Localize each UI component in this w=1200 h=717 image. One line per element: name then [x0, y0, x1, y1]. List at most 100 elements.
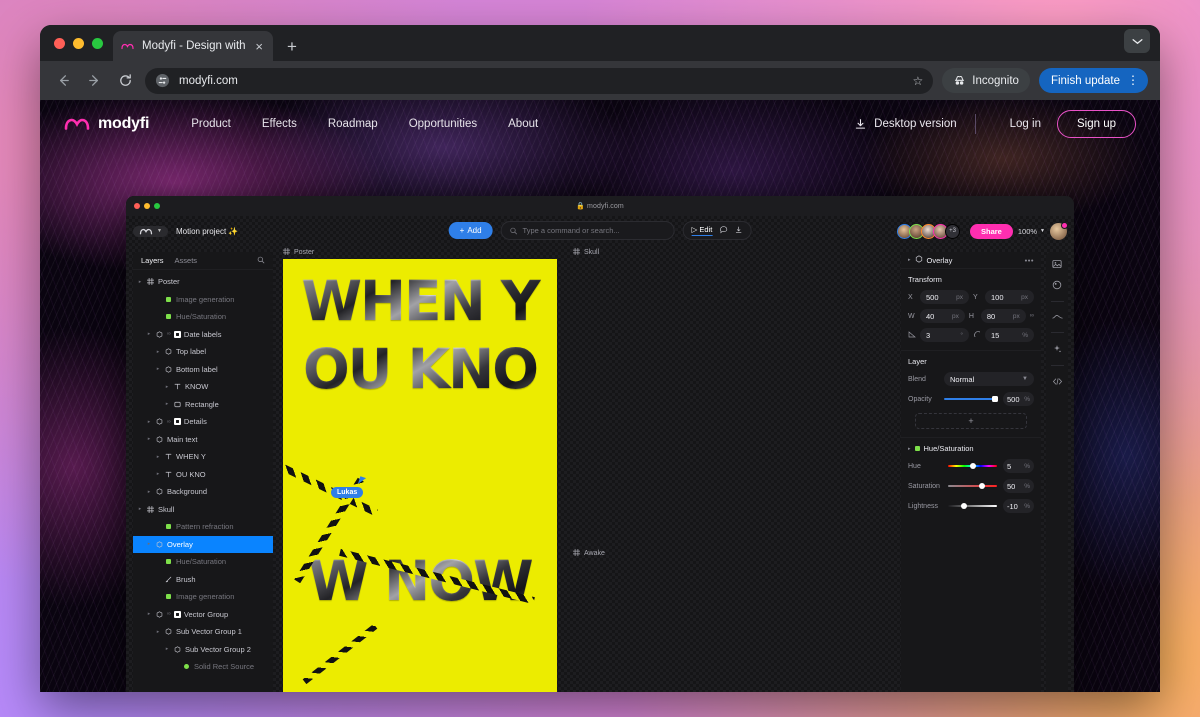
- h-input[interactable]: 80 px: [980, 309, 1026, 323]
- new-tab-button[interactable]: +: [287, 38, 297, 55]
- tab-assets[interactable]: Assets: [175, 256, 198, 265]
- hs-slider-knob[interactable]: [960, 503, 967, 509]
- hs-slider[interactable]: [948, 459, 997, 473]
- back-icon[interactable]: [52, 70, 74, 92]
- zoom-level-control[interactable]: 100% ▼: [1018, 227, 1045, 236]
- expand-icon[interactable]: ▸: [908, 257, 911, 263]
- frame-label-poster[interactable]: Poster: [283, 248, 314, 257]
- layer-row[interactable]: Hue/Saturation: [133, 308, 273, 326]
- expand-icon[interactable]: ▸: [908, 446, 911, 452]
- edit-mode-button[interactable]: ▷ Edit: [691, 225, 713, 236]
- window-traffic-lights[interactable]: [52, 25, 113, 61]
- frame-label-skull[interactable]: Skull: [573, 248, 599, 257]
- blend-mode-select[interactable]: Normal ▼: [944, 372, 1034, 386]
- layer-row[interactable]: Pattern refraction: [133, 518, 273, 536]
- sparkle-icon[interactable]: [1052, 344, 1062, 354]
- address-bar[interactable]: modyfi.com ☆: [145, 67, 934, 94]
- layer-row[interactable]: ▸ Poster: [133, 273, 273, 291]
- site-settings-icon[interactable]: [155, 73, 170, 88]
- layer-row[interactable]: ▸ KNOW: [133, 378, 273, 396]
- hs-value-input[interactable]: -10%: [1003, 499, 1034, 513]
- login-link[interactable]: Log in: [994, 118, 1057, 130]
- chevron-right-icon[interactable]: ▸: [155, 349, 161, 355]
- chevron-right-icon[interactable]: ▸: [146, 611, 152, 617]
- search-icon[interactable]: [257, 256, 265, 266]
- layer-row[interactable]: ▸ Sub Vector Group 2: [133, 641, 273, 659]
- layer-row[interactable]: Image generation: [133, 588, 273, 606]
- chevron-right-icon[interactable]: ▸: [155, 471, 161, 477]
- forward-icon[interactable]: [83, 70, 105, 92]
- poster-artboard[interactable]: WHEN Y OU KNO W NOW Lukas: [283, 259, 557, 692]
- chevron-right-icon[interactable]: ▸: [146, 331, 152, 337]
- chevron-right-icon[interactable]: ▸: [164, 646, 170, 652]
- close-icon[interactable]: ×: [253, 40, 265, 53]
- nav-link-opportunities[interactable]: Opportunities: [409, 118, 477, 130]
- chevron-right-icon[interactable]: ▸: [155, 366, 161, 372]
- minimize-window-button[interactable]: [73, 37, 84, 49]
- layer-row[interactable]: Solid Rect Source: [133, 658, 273, 676]
- curve-icon[interactable]: [1051, 313, 1063, 321]
- w-input[interactable]: 40 px: [920, 309, 965, 323]
- layer-row[interactable]: ▸ Main text: [133, 431, 273, 449]
- hs-slider-knob[interactable]: [970, 463, 977, 469]
- layer-row[interactable]: ▸ ∞ Vector Group: [133, 606, 273, 624]
- layer-row[interactable]: Hue/Saturation: [133, 553, 273, 571]
- reload-icon[interactable]: [114, 70, 136, 92]
- chevron-right-icon[interactable]: ▸: [155, 629, 161, 635]
- hs-slider[interactable]: [948, 499, 997, 513]
- opacity-input[interactable]: 500 %: [1003, 392, 1034, 406]
- chevron-right-icon[interactable]: ▸: [146, 541, 152, 547]
- chevron-right-icon[interactable]: ▸: [164, 401, 170, 407]
- hs-slider[interactable]: [948, 479, 997, 493]
- layer-row[interactable]: ▸ WHEN Y: [133, 448, 273, 466]
- x-input[interactable]: 500 px: [920, 290, 969, 304]
- hs-value-input[interactable]: 5%: [1003, 459, 1034, 473]
- opacity-slider[interactable]: [944, 392, 998, 406]
- finish-update-button[interactable]: Finish update ⋮: [1038, 68, 1148, 93]
- nav-link-about[interactable]: About: [508, 118, 538, 130]
- share-button[interactable]: Share: [970, 223, 1013, 239]
- layer-row[interactable]: ▸ ∞ Details: [133, 413, 273, 431]
- project-menu-button[interactable]: ▼: [133, 225, 168, 237]
- export-icon[interactable]: [734, 226, 742, 236]
- layer-row[interactable]: ▸ Rectangle: [133, 396, 273, 414]
- layer-row[interactable]: ▸ Background: [133, 483, 273, 501]
- project-name[interactable]: Motion project ✨: [176, 227, 238, 236]
- incognito-indicator[interactable]: Incognito: [942, 68, 1030, 93]
- chevron-right-icon[interactable]: ▸: [146, 489, 152, 495]
- chevron-right-icon[interactable]: ▸: [137, 506, 143, 512]
- layer-row[interactable]: ▸ Top label: [133, 343, 273, 361]
- command-search-input[interactable]: Type a command or search...: [500, 221, 675, 240]
- browser-menu-icon[interactable]: ⋮: [1127, 74, 1139, 86]
- comment-icon[interactable]: [719, 225, 727, 236]
- avatar-overflow-count[interactable]: +3: [945, 223, 960, 239]
- tab-layers[interactable]: Layers: [141, 256, 164, 265]
- chevron-right-icon[interactable]: ▸: [155, 454, 161, 460]
- layer-row[interactable]: ▸ ∞ Date labels: [133, 326, 273, 344]
- current-user-avatar[interactable]: [1050, 221, 1068, 240]
- chevron-right-icon[interactable]: ▸: [146, 419, 152, 425]
- hs-value-input[interactable]: 50%: [1003, 479, 1034, 493]
- add-effect-button[interactable]: +: [915, 413, 1027, 429]
- nav-link-product[interactable]: Product: [191, 118, 231, 130]
- browser-tab[interactable]: Modyfi - Design without limits ×: [113, 31, 273, 61]
- frame-label-awake[interactable]: Awake: [573, 549, 605, 558]
- chevron-right-icon[interactable]: ▸: [137, 279, 143, 285]
- signup-button[interactable]: Sign up: [1056, 110, 1136, 138]
- layer-row[interactable]: ▸ Skull: [133, 501, 273, 519]
- link-icon[interactable]: ∞: [1030, 313, 1034, 319]
- bookmark-star-icon[interactable]: ☆: [913, 74, 924, 88]
- opacity-slider-knob[interactable]: [991, 396, 998, 402]
- nav-link-effects[interactable]: Effects: [262, 118, 297, 130]
- layer-row[interactable]: ▸ Overlay: [133, 535, 273, 553]
- canvas-viewport[interactable]: Poster WHEN Y OU KNO W NOW Lukas Skull A…: [273, 246, 901, 692]
- chevron-right-icon[interactable]: ▸: [164, 384, 170, 390]
- hs-slider-knob[interactable]: [979, 483, 986, 489]
- color-wheel-icon[interactable]: [1052, 280, 1062, 290]
- maximize-window-button[interactable]: [92, 37, 103, 49]
- desktop-version-link[interactable]: Desktop version: [854, 118, 957, 131]
- layer-row[interactable]: ▸ Sub Vector Group 1: [133, 623, 273, 641]
- chevron-down-icon[interactable]: [1124, 29, 1150, 53]
- layer-row[interactable]: ▸ Bottom label: [133, 361, 273, 379]
- y-input[interactable]: 100 px: [985, 290, 1034, 304]
